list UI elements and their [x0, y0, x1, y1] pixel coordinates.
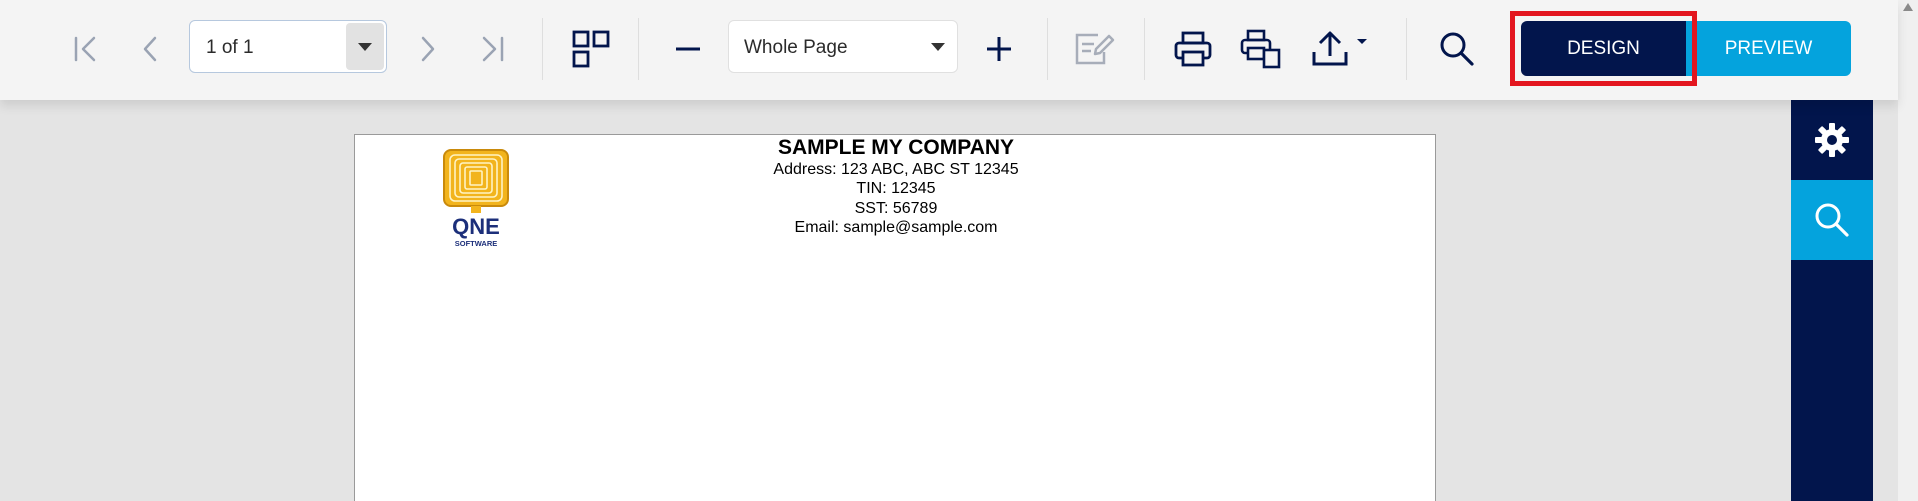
toolbar-divider — [1047, 18, 1048, 80]
first-page-button[interactable] — [66, 14, 106, 84]
next-page-button[interactable] — [408, 14, 448, 84]
page-selector-dropdown-button[interactable] — [346, 23, 384, 70]
company-sst: SST: 56789 — [854, 200, 938, 217]
export-button[interactable] — [1306, 14, 1376, 84]
side-panel — [1791, 100, 1873, 501]
first-page-icon — [74, 36, 96, 62]
toolbar-divider — [1406, 18, 1407, 80]
search-button[interactable] — [1432, 14, 1482, 84]
edit-icon — [1075, 33, 1115, 65]
page-selector-value: 1 of 1 — [206, 37, 254, 58]
export-icon — [1312, 31, 1367, 66]
search-icon — [1815, 203, 1849, 237]
company-name: SAMPLE MY COMPANY — [777, 136, 1015, 159]
toolbar-divider — [1144, 18, 1145, 80]
zoom-selector[interactable]: Whole Page — [728, 20, 958, 73]
zoom-in-button[interactable] — [976, 14, 1022, 84]
next-page-icon — [421, 36, 435, 62]
scroll-up-icon[interactable] — [1903, 3, 1913, 11]
side-search-button[interactable] — [1791, 180, 1873, 260]
print-button[interactable] — [1170, 14, 1216, 84]
company-email: Email: sample@sample.com — [794, 219, 998, 236]
previous-page-icon — [143, 36, 157, 62]
print-page-button[interactable] — [1236, 14, 1286, 84]
report-viewer: 1 of 1 Whole Page DESIGN PREVIEW QNE SOF… — [0, 0, 1918, 501]
page-selector[interactable]: 1 of 1 — [189, 20, 387, 73]
chevron-down-icon — [358, 42, 372, 51]
last-page-icon — [482, 36, 504, 62]
company-tin: TIN: 12345 — [856, 180, 936, 197]
design-button[interactable]: DESIGN — [1521, 21, 1686, 76]
toolbar: 1 of 1 Whole Page DESIGN PREVIEW — [0, 0, 1898, 100]
gear-icon — [1815, 123, 1849, 157]
multipage-icon — [572, 30, 610, 68]
multipage-button[interactable] — [566, 14, 616, 84]
search-icon — [1440, 32, 1474, 66]
toolbar-divider — [542, 18, 543, 80]
settings-button[interactable] — [1791, 100, 1873, 180]
zoom-in-icon — [987, 37, 1011, 61]
report-page: QNE SOFTWARE SAMPLE MY COMPANY Address: … — [354, 134, 1436, 501]
edit-button[interactable] — [1070, 14, 1120, 84]
company-address: Address: 123 ABC, ABC ST 12345 — [773, 161, 1019, 178]
print-page-icon — [1240, 29, 1281, 69]
previous-page-button[interactable] — [130, 14, 170, 84]
chevron-down-icon — [931, 43, 945, 51]
preview-button[interactable]: PREVIEW — [1686, 21, 1851, 76]
logo-subtext: SOFTWARE — [455, 239, 498, 248]
zoom-out-icon — [676, 47, 700, 51]
toolbar-divider — [638, 18, 639, 80]
last-page-button[interactable] — [472, 14, 512, 84]
print-icon — [1174, 31, 1212, 67]
zoom-out-button[interactable] — [666, 14, 710, 84]
vertical-scrollbar[interactable] — [1898, 0, 1918, 501]
zoom-selector-value: Whole Page — [744, 37, 848, 58]
